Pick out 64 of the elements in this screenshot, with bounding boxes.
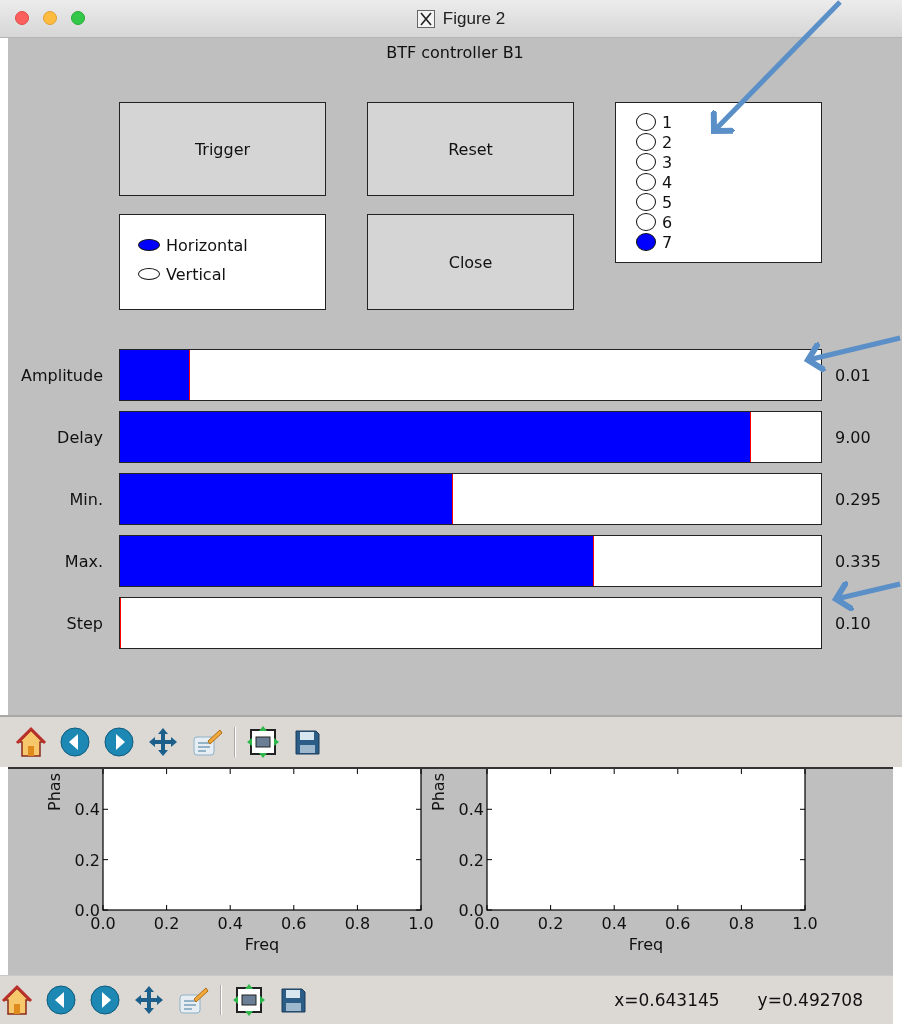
radio-button[interactable]: [636, 173, 656, 191]
tick-label: 0.6: [281, 914, 307, 933]
radio-label: 1: [662, 112, 673, 132]
tick-label: 0.2: [537, 914, 564, 933]
window-title: Figure 2: [442, 8, 506, 29]
push-button[interactable]: Trigger: [119, 102, 326, 196]
slider-value: 0.335: [835, 551, 881, 571]
radio-button[interactable]: [636, 113, 656, 131]
slider-value: 9.00: [835, 427, 871, 447]
slider-label: Max.: [63, 551, 103, 571]
push-button[interactable]: Close: [367, 214, 574, 310]
tick-label: 0.8: [344, 914, 371, 933]
axis-label: Phas: [45, 773, 64, 811]
radio-label: Horizontal: [166, 235, 248, 255]
radio-label: Vertical: [166, 264, 226, 284]
radio-button[interactable]: [636, 233, 656, 251]
slider-value: 0.10: [835, 613, 871, 633]
radio-label: 4: [662, 172, 673, 192]
slider-fill[interactable]: [120, 474, 453, 524]
figure-title: BTF controller B1: [386, 42, 524, 64]
home-icon[interactable]: [14, 725, 48, 759]
home-icon[interactable]: [0, 983, 34, 1017]
radio-button[interactable]: [138, 239, 160, 251]
slider-fill[interactable]: [120, 536, 594, 586]
tick-label: 0.8: [728, 914, 755, 933]
axis-label: Freq: [244, 935, 280, 954]
slider-label: Step: [65, 613, 103, 633]
radio-label: 3: [662, 152, 673, 172]
tick-label: 0.4: [217, 914, 243, 933]
tick-label: 0.2: [458, 850, 484, 870]
slider-value: 0.295: [835, 489, 881, 509]
slider-track[interactable]: [119, 597, 822, 649]
radio-label: 7: [662, 232, 673, 252]
x-window-icon: [416, 9, 435, 28]
slider-label: Min.: [68, 489, 103, 509]
slider-fill[interactable]: [120, 350, 191, 400]
radio-button[interactable]: [636, 153, 656, 171]
tick-label: 0.6: [665, 914, 691, 933]
radio-label: 5: [662, 192, 673, 212]
push-button[interactable]: Reset: [367, 102, 574, 196]
slider-track[interactable]: [119, 349, 822, 401]
slider-track[interactable]: [119, 473, 822, 525]
radio-label: 2: [662, 132, 673, 152]
radio-label: 6: [662, 212, 673, 232]
tick-label: 0.4: [601, 914, 627, 933]
tick-label: 0.2: [74, 850, 100, 870]
tick-label: 0.4: [458, 800, 484, 820]
radio-button[interactable]: [636, 133, 656, 151]
tick-label: 0.4: [74, 800, 100, 820]
slider-label: Delay: [56, 427, 103, 447]
axis-label: Phas: [429, 773, 448, 811]
slider-track[interactable]: [119, 535, 822, 587]
tick-label: 1.0: [408, 914, 434, 933]
close-window-button[interactable]: [15, 11, 29, 25]
slider-label: Amplitude: [20, 365, 103, 385]
radio-button[interactable]: [636, 213, 656, 231]
radio-button[interactable]: [138, 268, 160, 280]
radio-button[interactable]: [636, 193, 656, 211]
cursor-coordinate: y=0.492708: [757, 990, 863, 1010]
axis-label: Freq: [628, 935, 664, 954]
tick-label: 1.0: [792, 914, 818, 933]
slider-value: 0.01: [835, 365, 871, 385]
tick-label: 0.2: [153, 914, 180, 933]
cursor-coordinate: x=0.643145: [614, 990, 720, 1010]
